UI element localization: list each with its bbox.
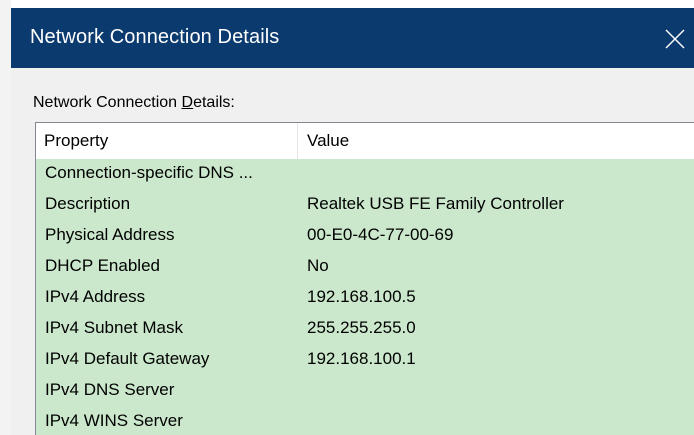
list-rows: Connection-specific DNS ... Description … bbox=[36, 159, 694, 435]
window-title: Network Connection Details bbox=[30, 26, 280, 48]
table-row[interactable]: IPv4 Default Gateway 192.168.100.1 bbox=[36, 345, 694, 376]
value-cell: 255.255.255.0 bbox=[307, 318, 416, 337]
property-cell: Physical Address bbox=[45, 225, 175, 244]
network-connection-details-dialog: Network Connection Details Network Conne… bbox=[0, 0, 694, 435]
property-cell: IPv4 DNS Server bbox=[45, 380, 175, 399]
value-cell: Realtek USB FE Family Controller bbox=[307, 194, 564, 213]
property-cell: IPv4 WINS Server bbox=[45, 411, 183, 430]
value-cell: 00-E0-4C-77-00-69 bbox=[307, 225, 454, 244]
property-cell: Description bbox=[45, 194, 131, 213]
background-strip bbox=[0, 0, 11, 435]
label-access-key: D bbox=[181, 94, 194, 111]
label-prefix: Network Connection bbox=[33, 94, 182, 111]
property-cell: Connection-specific DNS ... bbox=[45, 163, 253, 182]
property-cell: IPv4 Default Gateway bbox=[45, 349, 210, 368]
dialog-body: Network Connection Details: Property Val… bbox=[11, 68, 694, 435]
column-header-property[interactable]: Property bbox=[36, 123, 298, 159]
property-cell: IPv4 Address bbox=[45, 287, 146, 306]
details-list[interactable]: Property Value Connection-specific DNS .… bbox=[35, 122, 694, 435]
property-cell: DHCP Enabled bbox=[45, 256, 160, 275]
value-cell: 192.168.100.1 bbox=[307, 349, 416, 368]
table-row[interactable]: Description Realtek USB FE Family Contro… bbox=[36, 190, 694, 221]
column-header-value[interactable]: Value bbox=[298, 123, 694, 159]
label-suffix: etails: bbox=[193, 94, 235, 111]
value-cell: 192.168.100.5 bbox=[307, 287, 416, 306]
table-row[interactable]: IPv4 Address 192.168.100.5 bbox=[36, 283, 694, 314]
table-row[interactable]: IPv4 Subnet Mask 255.255.255.0 bbox=[36, 314, 694, 345]
table-row[interactable]: DHCP Enabled No bbox=[36, 252, 694, 283]
table-row[interactable]: IPv4 WINS Server bbox=[36, 407, 694, 435]
details-group-label: Network Connection Details: bbox=[33, 94, 235, 112]
property-cell: IPv4 Subnet Mask bbox=[45, 318, 183, 337]
value-cell: No bbox=[307, 256, 329, 275]
table-row[interactable]: Connection-specific DNS ... bbox=[36, 159, 694, 190]
list-header: Property Value bbox=[36, 123, 694, 159]
close-icon bbox=[665, 29, 685, 49]
title-bar[interactable]: Network Connection Details bbox=[11, 8, 694, 68]
table-row[interactable]: IPv4 DNS Server bbox=[36, 376, 694, 407]
table-row[interactable]: Physical Address 00-E0-4C-77-00-69 bbox=[36, 221, 694, 252]
close-button[interactable] bbox=[654, 8, 694, 68]
